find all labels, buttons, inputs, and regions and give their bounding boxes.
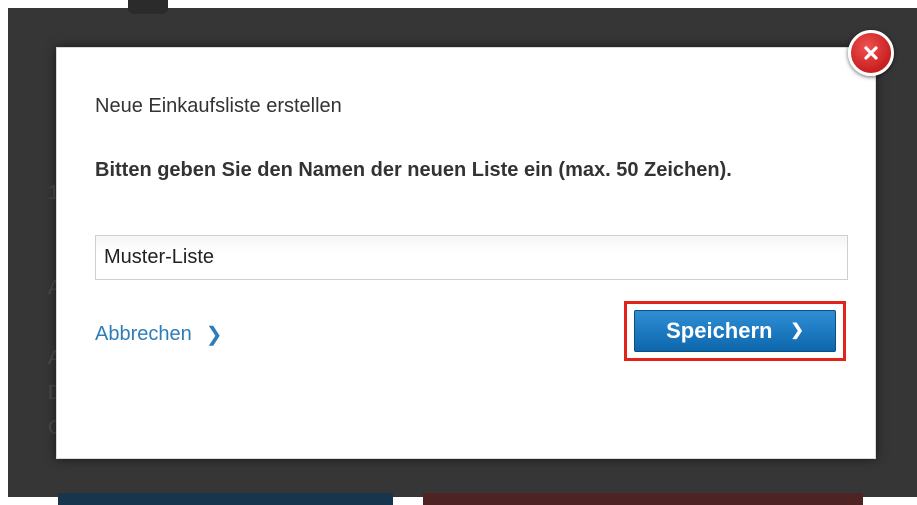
close-icon	[864, 46, 878, 60]
chevron-right-icon: ❯	[790, 322, 804, 339]
save-button-highlight: Speichern ❯	[624, 301, 846, 361]
background-button-fragment	[423, 493, 863, 505]
cancel-link[interactable]: Abbrechen ❯	[95, 323, 223, 346]
dialog-title: Neue Einkaufsliste erstellen	[95, 95, 342, 117]
chevron-right-icon: ❯	[205, 323, 223, 346]
background-page-fragment	[128, 0, 168, 14]
cancel-label: Abbrechen	[95, 323, 192, 345]
dialog-prompt: Bitten geben Sie den Namen der neuen Lis…	[95, 159, 732, 181]
list-name-input[interactable]	[95, 235, 848, 280]
create-shopping-list-dialog: Neue Einkaufsliste erstellen Bitten gebe…	[56, 47, 876, 459]
save-button[interactable]: Speichern ❯	[634, 310, 836, 352]
background-button-fragment	[58, 493, 393, 505]
close-button[interactable]	[848, 30, 894, 76]
save-label: Speichern	[666, 318, 773, 343]
